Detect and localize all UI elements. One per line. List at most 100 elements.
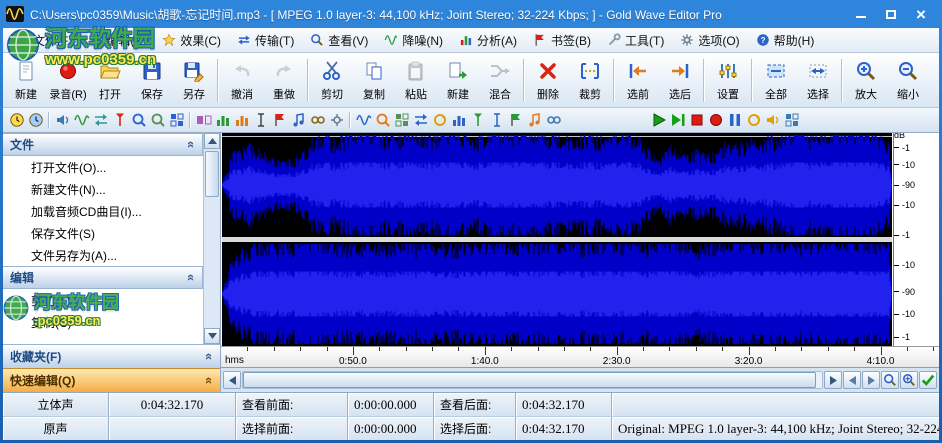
tool-zoom-vertical-button[interactable]	[373, 110, 392, 130]
zoom-in-small-button[interactable]	[900, 371, 918, 389]
pane-tab-quick-edit[interactable]: 快速编辑(Q) «	[3, 368, 220, 392]
tool-swap-channels-button[interactable]	[91, 110, 110, 130]
tool-snap-grid-button[interactable]	[392, 110, 411, 130]
transport-pause-button[interactable]	[725, 110, 744, 130]
toolbar-redo-button[interactable]: 重做	[263, 55, 305, 106]
menu-effects[interactable]: 效果(C)	[154, 30, 229, 51]
tool-marker-green-button[interactable]	[468, 110, 487, 130]
page-left-button[interactable]	[843, 371, 861, 389]
toolbar-save-as-button[interactable]: 另存	[173, 55, 215, 106]
zoom-selection-button[interactable]	[881, 371, 899, 389]
toolbar-record-button[interactable]: 录音(R)	[47, 55, 89, 106]
save-as-icon	[183, 60, 205, 85]
toolbar-undo-button[interactable]: 撤消	[221, 55, 263, 106]
panel-header-edit-panel[interactable]: 编辑 «	[3, 266, 203, 289]
tool-zoom-full-button[interactable]	[148, 110, 167, 130]
transport-play-all-button[interactable]	[668, 110, 687, 130]
toolbar-copy-button[interactable]: 复制	[353, 55, 395, 106]
menu-file[interactable]: 文件(F)	[7, 30, 80, 51]
tool-speaker-level-button[interactable]	[53, 110, 72, 130]
tool-loop-ab-button[interactable]	[430, 110, 449, 130]
tool-range-select-button[interactable]	[487, 110, 506, 130]
window-title: C:\Users\pc0359\Music\胡歌-忘记时间.mp3 - [ MP…	[30, 7, 722, 22]
close-button[interactable]: ×	[906, 3, 936, 25]
panel-item-file-panel-2[interactable]: 加载音频CD曲目(I)...	[3, 200, 203, 222]
hscrollbar-track[interactable]	[242, 371, 823, 389]
panel-item-file-panel-1[interactable]: 新建文件(N)...	[3, 178, 203, 200]
tool-time-link-button[interactable]	[544, 110, 563, 130]
tool-note-add-button[interactable]	[525, 110, 544, 130]
panel-item-edit-panel-1[interactable]: 复制(C)	[3, 311, 203, 333]
tool-equalizer-button[interactable]	[213, 110, 232, 130]
transport-stop-button[interactable]	[687, 110, 706, 130]
page-right-button[interactable]	[862, 371, 880, 389]
tool-cursor-tool-button[interactable]	[251, 110, 270, 130]
toolbar-select-front-button[interactable]: 选前	[617, 55, 659, 106]
toolbar-select-all-button[interactable]: 全部	[755, 55, 797, 106]
scroll-up-button[interactable]	[204, 133, 220, 149]
toolbar-zoom-in-button[interactable]: 放大	[845, 55, 887, 106]
tool-zoom-wave-button[interactable]	[129, 110, 148, 130]
toolbar-delete-button[interactable]: 删除	[527, 55, 569, 106]
tool-end-flag-button[interactable]	[506, 110, 525, 130]
transport-device-grid-button[interactable]	[782, 110, 801, 130]
toolbar-cut-button[interactable]: 剪切	[311, 55, 353, 106]
minimize-button[interactable]	[846, 3, 876, 25]
menu-help[interactable]: ? 帮助(H)	[748, 30, 823, 51]
tool-link-channels-button[interactable]	[308, 110, 327, 130]
tool-time-display-button[interactable]	[7, 110, 26, 130]
toolbar-mix-button[interactable]: 混合	[479, 55, 521, 106]
toolbar-settings-button[interactable]: 设置	[707, 55, 749, 106]
tool-ab-compare-button[interactable]	[194, 110, 213, 130]
toolbar-new-button[interactable]: 新建	[5, 55, 47, 106]
menu-tools[interactable]: 工具(T)	[599, 30, 672, 51]
toolbar-paste-button[interactable]: 粘贴	[395, 55, 437, 106]
waveform-display[interactable]	[221, 133, 893, 346]
menu-analysis[interactable]: 分析(A)	[451, 30, 525, 51]
panel-item-file-panel-4[interactable]: 文件另存为(A)...	[3, 244, 203, 266]
tool-audio-settings-button[interactable]	[327, 110, 346, 130]
menu-transfer[interactable]: 传输(T)	[229, 30, 302, 51]
menu-denoise[interactable]: 降噪(N)	[376, 30, 451, 51]
pane-tab-favorites[interactable]: 收藏夹(F) «	[3, 344, 220, 368]
toolbar-paste-new-button[interactable]: 新建	[437, 55, 479, 106]
transport-monitor-speaker-button[interactable]	[763, 110, 782, 130]
tool-grid-toggle-button[interactable]	[167, 110, 186, 130]
maximize-button[interactable]	[876, 3, 906, 25]
panel-header-file-panel[interactable]: 文件 «	[3, 133, 203, 156]
scroll-down-button[interactable]	[204, 328, 220, 344]
scrollbar-thumb[interactable]	[205, 151, 219, 197]
scroll-left-button[interactable]	[223, 371, 241, 389]
menu-options[interactable]: 选项(O)	[672, 30, 747, 51]
tool-waveform-view-button[interactable]	[72, 110, 91, 130]
scrollbar-track[interactable]	[204, 149, 220, 328]
tool-wave-outline-button[interactable]	[354, 110, 373, 130]
toolbar-zoom-out-button[interactable]: 缩小	[887, 55, 929, 106]
menu-bookmarks[interactable]: 书签(B)	[525, 30, 599, 51]
transport-record-transport-button[interactable]	[706, 110, 725, 130]
transport-loop-playback-button[interactable]	[744, 110, 763, 130]
tool-elapsed-time-button[interactable]	[26, 110, 45, 130]
panel-item-file-panel-0[interactable]: 打开文件(O)...	[3, 156, 203, 178]
menu-view[interactable]: 查看(V)	[302, 30, 376, 51]
transport-play-button[interactable]	[649, 110, 668, 130]
toolbar-open-button[interactable]: 打开	[89, 55, 131, 106]
panel-item-file-panel-3[interactable]: 保存文件(S)	[3, 222, 203, 244]
tool-spectrum-view-button[interactable]	[232, 110, 251, 130]
task-pane-scrollbar[interactable]	[203, 133, 220, 344]
toolbar-trim-button[interactable]: 裁剪	[569, 55, 611, 106]
toolbar-save-button[interactable]: 保存	[131, 55, 173, 106]
move-selection-icon	[414, 114, 427, 126]
scroll-right-button[interactable]	[824, 371, 842, 389]
tool-insert-note-button[interactable]	[289, 110, 308, 130]
tool-bookmark-flag-button[interactable]	[270, 110, 289, 130]
tool-move-selection-button[interactable]	[411, 110, 430, 130]
tool-add-marker-button[interactable]	[110, 110, 129, 130]
panel-item-edit-panel-0[interactable]: 剪切(T)	[3, 289, 203, 311]
toolbar-select-back-button[interactable]: 选后	[659, 55, 701, 106]
menu-edit[interactable]: 编辑(E)	[80, 30, 154, 51]
apply-view-button[interactable]	[919, 371, 937, 389]
tool-eq-preset-button[interactable]	[449, 110, 468, 130]
hscrollbar-thumb[interactable]	[243, 372, 817, 388]
toolbar-select-button[interactable]: 选择	[797, 55, 839, 106]
